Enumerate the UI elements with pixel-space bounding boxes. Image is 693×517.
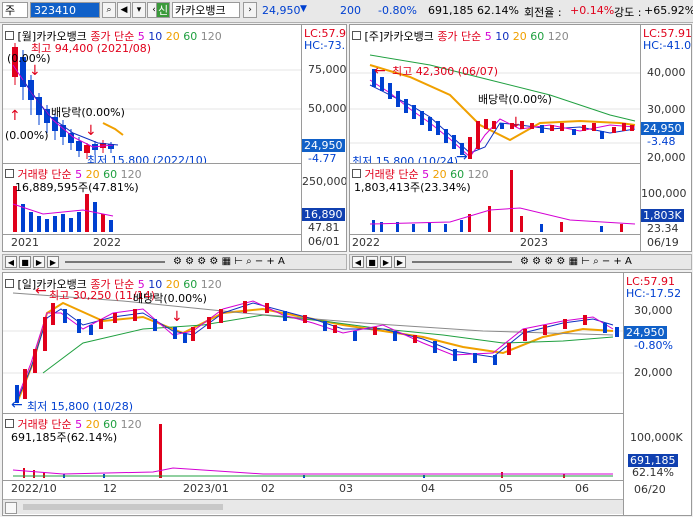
weekly-chart-panel: ← ↓ → [주]카카오뱅크 종가 단순 5 10 20 60 120 최고 4… (349, 24, 692, 252)
high-arrow-icon: ↓ (29, 63, 41, 79)
x-tick: 02 (261, 482, 275, 495)
x-tick: 03 (339, 482, 353, 495)
turnover-value: +0.14% (570, 4, 615, 17)
dividend-arrow-icon: ↓ (85, 123, 97, 139)
x-tick: 2023 (520, 236, 548, 249)
toolbar-icons[interactable]: ⚙ ⚙ ⚙ ⚙ ▦ ⊢ ⌕ − + A (520, 256, 632, 267)
strength-label: 강도 : (614, 6, 642, 19)
monthly-chart-panel: ↓ ↓ ↑ [월]카카오뱅크 종가 단순 5 10 20 60 120 최고 9… (2, 24, 347, 252)
up-arrow-icon: ↑ (9, 108, 21, 124)
volume-value: 691,185주(62.14%) (11, 431, 118, 444)
high-arrow-icon: ← (374, 63, 386, 79)
weekly-y-axis: LC:57.91 HC:-41.0 40,000 30,000 24,950 -… (640, 25, 692, 251)
price-change-pct: -0.80% (378, 4, 417, 17)
close-box-icon (5, 279, 14, 288)
horizontal-scrollbar[interactable] (3, 499, 623, 514)
low-note: 최저 15,800 (10/28) (27, 400, 134, 413)
market-select[interactable]: 주 (2, 2, 28, 18)
scroll-thumb[interactable] (23, 504, 223, 510)
daily-y-axis: LC:57.91 HC:-17.52 30,000 24,950 -0.80% … (623, 273, 691, 515)
down-arrow-icon: ▼ (300, 4, 307, 14)
dividend-arrow-icon: ↓ (171, 309, 183, 325)
dividend-arrow-icon: ↓ (510, 115, 522, 131)
ma-label[interactable]: 종가 단순 (437, 30, 481, 43)
pct-note-1: (0.00%) (7, 52, 51, 65)
x-tick: 2022 (352, 236, 380, 249)
volume-marker: 16,890 (302, 208, 345, 221)
turnover-label: 회전율 : (524, 6, 562, 19)
x-tick: 2022/10 (11, 482, 57, 495)
close-box-icon (352, 169, 361, 178)
volume-value: 1,803,413주(23.34%) (354, 181, 471, 194)
low-arrow-icon: ← (11, 397, 23, 413)
dividend-note: 배당락(0.00%) (51, 106, 125, 119)
x-tick: 2022 (93, 236, 121, 249)
chevron-down-icon[interactable]: ▾ (132, 2, 146, 18)
dividend-note: 배당락(0.00%) (478, 93, 552, 106)
chart-title[interactable]: [주]카카오뱅크 (365, 30, 434, 43)
close-box-icon (5, 169, 14, 178)
monthly-navbar: ◀ ■ ▶ ▶ ⚙ ⚙ ⚙ ⚙ ▦ ⊢ ⌕ − + A (2, 254, 347, 270)
x-tick: 2023/01 (183, 482, 229, 495)
volume-value: 16,889,595주(47.81%) (15, 181, 139, 194)
dividend-note: 배당락(0.00%) (133, 292, 207, 305)
price-marker: 24,950 (641, 122, 684, 135)
daily-chart-panel: ← ↓ ← [일]카카오뱅크 종가 단순 5 10 20 60 120 최고 3… (2, 272, 692, 516)
x-tick: 06 (575, 482, 589, 495)
stock-code: 323410 (34, 4, 76, 17)
price-change: 200 (340, 4, 361, 17)
next-button[interactable]: ▶ (47, 256, 59, 268)
close-box-icon (5, 31, 14, 40)
scroll-slider[interactable] (412, 261, 512, 263)
stop-button[interactable]: ■ (366, 256, 378, 268)
toolbar-icons[interactable]: ⚙ ⚙ ⚙ ⚙ ▦ ⊢ ⌕ − + A (173, 256, 285, 267)
strength-value: +65.92% (644, 4, 693, 17)
monthly-y-axis: LC:57.91 HC:-73.5 75,000 50,000 24,950 -… (301, 25, 346, 251)
high-note: 최고 42,300 (06/07) (392, 65, 499, 78)
prev-button[interactable]: ◀ (5, 256, 17, 268)
scroll-slider[interactable] (65, 261, 165, 263)
weekly-title-row: [주]카카오뱅크 종가 단순 5 10 20 60 120 (352, 28, 569, 44)
prev-button[interactable]: ◀ (352, 256, 364, 268)
next-icon[interactable]: › (243, 2, 257, 18)
x-tick: 12 (103, 482, 117, 495)
weekly-navbar: ◀ ■ ▶ ▶ ⚙ ⚙ ⚙ ⚙ ▦ ⊢ ⌕ − + A (349, 254, 692, 270)
new-badge: 신 (156, 2, 170, 18)
volume-ratio: 62.14% (477, 4, 519, 17)
stock-name-field: 카카오뱅크 (172, 2, 240, 18)
x-tick: 05 (499, 482, 513, 495)
next-button[interactable]: ▶ (394, 256, 406, 268)
price-marker: 24,950 (302, 139, 345, 152)
close-box-icon (5, 419, 14, 428)
volume-marker: 1,803K (641, 209, 684, 222)
pct-note-2: (0.00%) (5, 129, 49, 142)
market-label: 주 (5, 4, 16, 17)
toolbar: 주 323410 ⌕ ◀ ▾ ‹ 신 카카오뱅크 › 24,950 ▼ 200 … (0, 0, 693, 23)
search-icon[interactable]: ⌕ (102, 2, 116, 18)
x-tick: 2021 (11, 236, 39, 249)
play-button[interactable]: ▶ (380, 256, 392, 268)
play-button[interactable]: ▶ (33, 256, 45, 268)
speaker-icon[interactable]: ◀ (117, 2, 131, 18)
current-price: 24,950 (262, 4, 301, 17)
stock-code-input[interactable]: 323410 (30, 2, 100, 18)
x-tick: 04 (421, 482, 435, 495)
close-box-icon (352, 31, 361, 40)
scroll-left-icon[interactable] (5, 502, 17, 514)
price-marker: 24,950 (624, 326, 667, 339)
stop-button[interactable]: ■ (19, 256, 31, 268)
trade-volume: 691,185 (428, 4, 474, 17)
